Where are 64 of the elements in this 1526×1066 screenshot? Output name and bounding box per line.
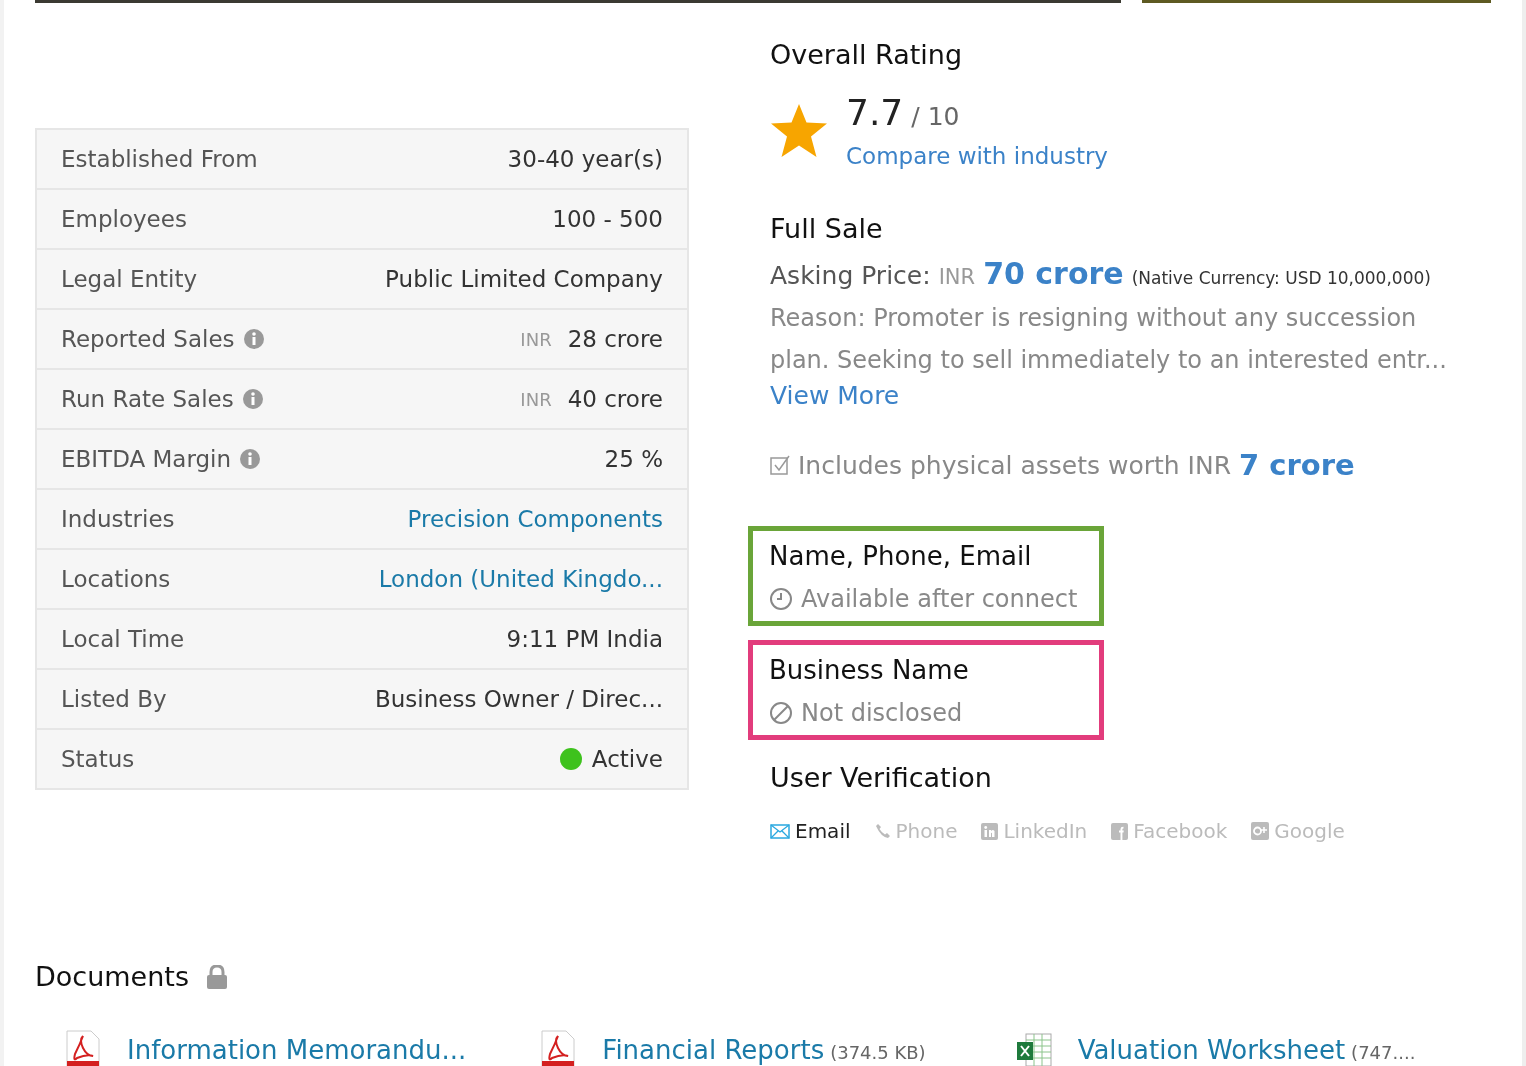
lock-icon xyxy=(206,964,227,989)
info-icon xyxy=(241,388,264,410)
currency-label: INR xyxy=(520,388,552,410)
document-link[interactable]: Information Memorandu... xyxy=(127,1035,467,1065)
reason-text: Reason: Promoter is resigning without any succession plan. Seeking to sell immediately to an interested entr... xyxy=(770,303,1448,376)
assets-text: Includes physical assets worth INR xyxy=(798,450,1231,480)
verification-label: Phone xyxy=(895,819,958,843)
section-heading: Full Sale xyxy=(770,213,884,244)
currency-label: INR xyxy=(520,328,552,350)
detail-label: Legal Entity xyxy=(61,266,198,292)
price-label: Asking Price: xyxy=(770,261,931,290)
document-link[interactable]: Financial Reports xyxy=(602,1035,825,1065)
currency-label: INR xyxy=(938,265,976,289)
clock-icon xyxy=(769,587,793,611)
panel-note: Not disclosed xyxy=(801,699,963,727)
native-currency: (Native Currency: USD 10,000,000) xyxy=(1131,268,1431,288)
detail-value: Active xyxy=(591,746,663,772)
detail-link[interactable]: London (United Kingdo... xyxy=(378,566,663,592)
compare-link[interactable]: Compare with industry xyxy=(846,143,1108,169)
section-heading: Documents xyxy=(35,961,189,992)
detail-label: Locations xyxy=(61,566,171,592)
detail-link[interactable]: Precision Components xyxy=(407,506,663,532)
detail-label: Industries xyxy=(61,506,175,532)
section-heading: User Verification xyxy=(770,762,993,793)
detail-value: Public Limited Company xyxy=(385,266,663,292)
detail-label: Run Rate Sales xyxy=(61,386,234,412)
detail-value: 28 crore xyxy=(567,326,663,352)
detail-label: Established From xyxy=(61,146,258,172)
detail-label: Employees xyxy=(61,206,187,232)
detail-label: EBITDA Margin xyxy=(61,446,232,472)
file-size: (747.... xyxy=(1351,1042,1416,1063)
detail-value: 25 % xyxy=(604,446,663,472)
star-icon xyxy=(770,102,828,159)
detail-label: Local Time xyxy=(61,626,185,652)
panel-title: Name, Phone, Email xyxy=(769,541,1033,571)
info-icon xyxy=(242,328,265,350)
rating-scale: / 10 xyxy=(911,102,960,131)
detail-label: Reported Sales xyxy=(61,326,235,352)
panel-title: Business Name xyxy=(769,655,970,685)
info-icon xyxy=(239,448,262,470)
assets-value: 7 crore xyxy=(1239,448,1355,482)
detail-value: 100 - 500 xyxy=(552,206,663,232)
verification-label: Email xyxy=(795,819,851,843)
detail-value: 40 crore xyxy=(567,386,663,412)
detail-value: Business Owner / Direc... xyxy=(375,686,663,712)
section-heading: Overall Rating xyxy=(770,39,964,70)
rating-score: 7.7 xyxy=(846,92,904,133)
pdf-file-icon xyxy=(65,1030,101,1066)
view-more-link[interactable]: View More xyxy=(770,381,900,410)
verification-label: LinkedIn xyxy=(1003,819,1088,843)
detail-value: 30-40 year(s) xyxy=(507,146,663,172)
prohibited-icon xyxy=(769,701,793,725)
file-size: (374.5 KB) xyxy=(830,1042,926,1063)
detail-label: Listed By xyxy=(61,686,167,712)
spreadsheet-file-icon xyxy=(1015,1032,1052,1066)
panel-note: Available after connect xyxy=(801,585,1078,613)
checkbox-icon xyxy=(770,455,790,475)
pdf-file-icon xyxy=(540,1030,577,1066)
detail-value: 9:11 PM India xyxy=(506,626,663,652)
document-link[interactable]: Valuation Worksheet xyxy=(1077,1035,1346,1065)
detail-label: Status xyxy=(61,746,135,772)
verification-label: Facebook xyxy=(1133,819,1228,843)
asking-price: 70 crore xyxy=(983,256,1124,291)
verification-label: Google xyxy=(1274,819,1345,843)
